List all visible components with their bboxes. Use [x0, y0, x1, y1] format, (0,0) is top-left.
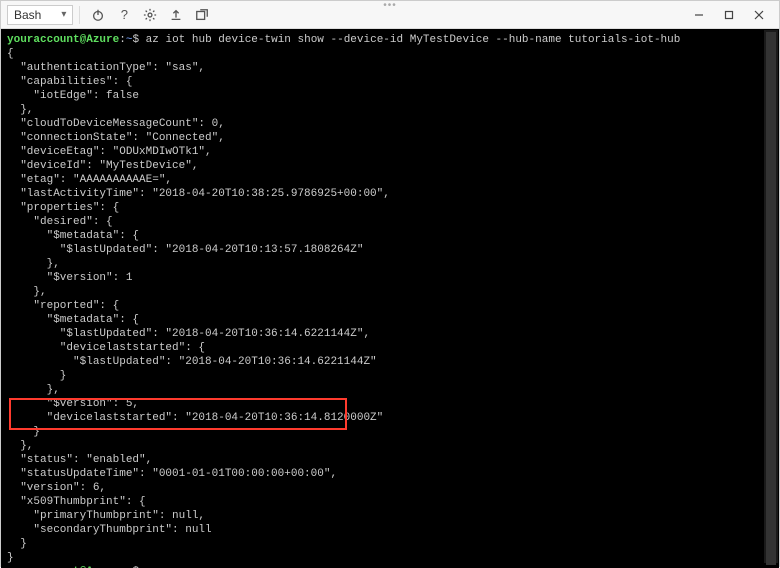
toolbar: ••• Bash ▾ ?	[1, 1, 779, 29]
new-window-icon	[195, 8, 209, 22]
output-line: "lastActivityTime": "2018-04-20T10:38:25…	[7, 187, 773, 201]
output-line: "$metadata": {	[7, 313, 773, 327]
minimize-icon	[694, 10, 704, 20]
minimize-button[interactable]	[685, 4, 713, 26]
output-line: "properties": {	[7, 201, 773, 215]
output-line: },	[7, 257, 773, 271]
close-icon	[754, 10, 764, 20]
scrollbar-thumb[interactable]	[766, 32, 776, 565]
prompt-colon: :	[119, 34, 126, 46]
output-line: }	[7, 369, 773, 383]
output-line: "desired": {	[7, 215, 773, 229]
output-line: "connectionState": "Connected",	[7, 131, 773, 145]
output-line: "$lastUpdated": "2018-04-20T10:36:14.622…	[7, 355, 773, 369]
output-line: "iotEdge": false	[7, 89, 773, 103]
window-controls	[685, 4, 773, 26]
output-line: "version": 6,	[7, 481, 773, 495]
chevron-down-icon: ▾	[61, 9, 66, 20]
output-line: },	[7, 439, 773, 453]
output-line: "secondaryThumbprint": null	[7, 523, 773, 537]
output-line: "deviceId": "MyTestDevice",	[7, 159, 773, 173]
maximize-icon	[724, 10, 734, 20]
output-line: "x509Thumbprint": {	[7, 495, 773, 509]
new-session-button[interactable]	[190, 4, 214, 26]
prompt-host: @Azure	[80, 34, 120, 46]
output-line: }	[7, 537, 773, 551]
gear-icon	[143, 8, 157, 22]
output-line: "$lastUpdated": "2018-04-20T10:36:14.622…	[7, 327, 773, 341]
output-line: {	[7, 47, 773, 61]
output-line: "status": "enabled",	[7, 453, 773, 467]
terminal-pane[interactable]: youraccount@Azure:~$ az iot hub device-t…	[1, 29, 779, 568]
output-line: "capabilities": {	[7, 75, 773, 89]
output-line: "deviceEtag": "ODUxMDIwOTk1",	[7, 145, 773, 159]
output-line: "devicelaststarted": {	[7, 341, 773, 355]
maximize-button[interactable]	[715, 4, 743, 26]
output-line: "statusUpdateTime": "0001-01-01T00:00:00…	[7, 467, 773, 481]
command-line: youraccount@Azure:~$ az iot hub device-t…	[7, 33, 773, 47]
close-button[interactable]	[745, 4, 773, 26]
help-icon: ?	[121, 7, 128, 22]
output-line: "$metadata": {	[7, 229, 773, 243]
upload-icon	[169, 8, 183, 22]
output-line: "authenticationType": "sas",	[7, 61, 773, 75]
toolbar-separator	[79, 6, 80, 24]
output-line: "$version": 1	[7, 271, 773, 285]
output-line: },	[7, 103, 773, 117]
shell-selector-label: Bash	[14, 8, 41, 22]
scrollbar[interactable]	[764, 30, 778, 563]
prompt-user: youraccount	[7, 34, 80, 46]
power-icon	[91, 8, 105, 22]
output-line: "$lastUpdated": "2018-04-20T10:13:57.180…	[7, 243, 773, 257]
prompt-symbol: $	[132, 34, 139, 46]
drag-handle-dots: •••	[383, 0, 397, 11]
help-button[interactable]: ?	[112, 4, 136, 26]
restart-button[interactable]	[86, 4, 110, 26]
output-line: },	[7, 383, 773, 397]
shell-selector[interactable]: Bash ▾	[7, 5, 73, 25]
output-line: "cloudToDeviceMessageCount": 0,	[7, 117, 773, 131]
output-line: }	[7, 425, 773, 439]
output-line: "reported": {	[7, 299, 773, 313]
output-line: }	[7, 551, 773, 565]
settings-button[interactable]	[138, 4, 162, 26]
output-line: },	[7, 285, 773, 299]
upload-button[interactable]	[164, 4, 188, 26]
command-text: az iot hub device-twin show --device-id …	[146, 34, 681, 46]
output-line: "etag": "AAAAAAAAAAE=",	[7, 173, 773, 187]
output-line: "primaryThumbprint": null,	[7, 509, 773, 523]
output-line: "$version": 5,	[7, 397, 773, 411]
output-line: "devicelaststarted": "2018-04-20T10:36:1…	[7, 411, 773, 425]
